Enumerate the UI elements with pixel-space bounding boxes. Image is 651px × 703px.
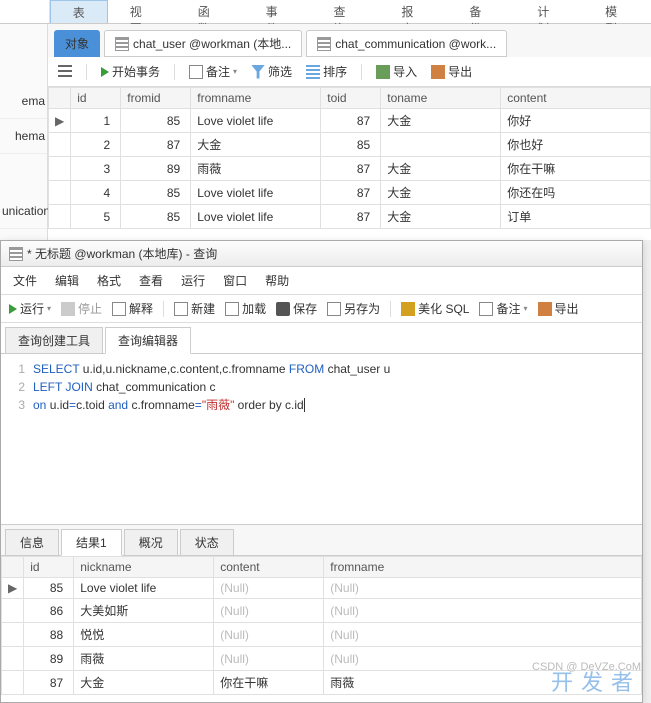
run-button[interactable]: 运行▾ (9, 300, 51, 317)
sort-button[interactable]: 排序 (306, 63, 347, 80)
sidebar-item[interactable]: ema (0, 84, 47, 119)
tab-query-builder[interactable]: 查询创建工具 (5, 327, 103, 353)
table-row[interactable]: 485Love violet life87大金你还在吗 (49, 181, 651, 205)
menu-event[interactable]: 事件 (244, 0, 312, 23)
stop-button: 停止 (61, 300, 102, 317)
watermark-small: CSDN @ DeVZe.CoM (532, 661, 641, 673)
beautify-button[interactable]: 美化 SQL (401, 300, 469, 317)
menu-help[interactable]: 帮助 (265, 272, 289, 289)
menu-plan[interactable]: 计划 (515, 0, 583, 23)
menu-icon[interactable] (58, 65, 72, 79)
explain-icon (112, 302, 126, 316)
result-tabs: 信息 结果1 概况 状态 (1, 524, 642, 556)
save-button[interactable]: 保存 (276, 300, 317, 317)
menu-table[interactable]: 表 (50, 0, 108, 23)
load-icon (225, 302, 239, 316)
play-icon (101, 67, 109, 77)
explain-button[interactable]: 解释 (112, 300, 153, 317)
export-button[interactable]: 导出 (431, 63, 472, 80)
table-row[interactable]: 87大金你在干嘛雨薇 (2, 671, 642, 695)
tab-chat-user[interactable]: chat_user @workman (本地... (104, 30, 302, 57)
sidebar-item[interactable]: unication (0, 194, 47, 229)
funnel-icon (251, 65, 265, 79)
tab-info[interactable]: 信息 (5, 529, 59, 555)
begin-transaction-button[interactable]: 开始事务 (101, 63, 160, 80)
menu-query[interactable]: 查询 (312, 0, 380, 23)
menu-window[interactable]: 窗口 (223, 272, 247, 289)
play-icon (9, 304, 17, 314)
saveas-button[interactable]: 另存为 (327, 300, 380, 317)
table-row[interactable]: ▶185Love violet life87大金你好 (49, 109, 651, 133)
export-icon (431, 65, 445, 79)
sidebar: ema hema unication (0, 24, 48, 240)
tab-objects[interactable]: 对象 (54, 30, 100, 57)
result-grid[interactable]: id nickname content fromname ▶85Love vio… (1, 556, 642, 695)
table-row[interactable]: ▶85Love violet life(Null)(Null) (2, 578, 642, 599)
new-icon (174, 302, 188, 316)
tab-query-editor[interactable]: 查询编辑器 (105, 327, 191, 354)
load-button[interactable]: 加载 (225, 300, 266, 317)
menu-run[interactable]: 运行 (181, 272, 205, 289)
menu-function[interactable]: 函数 (176, 0, 244, 23)
header-row: id fromid fromname toid toname content (49, 88, 651, 109)
query-tabs: 查询创建工具 查询编辑器 (1, 323, 642, 354)
menu-view[interactable]: 视图 (108, 0, 176, 23)
menu-report[interactable]: 报表 (379, 0, 447, 23)
doc-icon (479, 302, 493, 316)
query-window: * 无标题 @workman (本地库) - 查询 文件 编辑 格式 查看 运行… (0, 240, 643, 703)
object-tabs: 对象 chat_user @workman (本地... chat_commun… (48, 24, 651, 57)
menu-view[interactable]: 查看 (139, 272, 163, 289)
table-icon (317, 37, 331, 51)
tab-result1[interactable]: 结果1 (61, 529, 122, 556)
menu-backup[interactable]: 备份 (447, 0, 515, 23)
menu-edit[interactable]: 编辑 (55, 272, 79, 289)
import-icon (376, 65, 390, 79)
saveas-icon (327, 302, 341, 316)
grid-toolbar: 开始事务 备注▾ 筛选 排序 导入 导出 (48, 57, 651, 87)
import-button[interactable]: 导入 (376, 63, 417, 80)
save-icon (276, 302, 290, 316)
export-button[interactable]: 导出 (538, 300, 579, 317)
window-titlebar[interactable]: * 无标题 @workman (本地库) - 查询 (1, 241, 642, 267)
note-button[interactable]: 备注▾ (479, 300, 527, 317)
tab-chat-communication[interactable]: chat_communication @work... (306, 30, 507, 57)
menu-model[interactable]: 模型 (583, 0, 651, 23)
query-menubar: 文件 编辑 格式 查看 运行 窗口 帮助 (1, 267, 642, 295)
sql-editor[interactable]: 1SELECT u.id,u.nickname,c.content,c.from… (1, 354, 642, 524)
note-button[interactable]: 备注▾ (189, 63, 237, 80)
table-row[interactable]: 585Love violet life87大金订单 (49, 205, 651, 229)
query-toolbar: 运行▾ 停止 解释 新建 加载 保存 另存为 美化 SQL 备注▾ 导出 (1, 295, 642, 323)
table-row[interactable]: 287大金85你也好 (49, 133, 651, 157)
table-row[interactable]: 88悦悦(Null)(Null) (2, 623, 642, 647)
sidebar-item[interactable]: hema (0, 119, 47, 154)
doc-icon (189, 65, 203, 79)
window-title: * 无标题 @workman (本地库) - 查询 (27, 245, 217, 262)
stop-icon (61, 302, 75, 316)
filter-button[interactable]: 筛选 (251, 63, 292, 80)
menu-format[interactable]: 格式 (97, 272, 121, 289)
tab-profile[interactable]: 概况 (124, 529, 178, 555)
query-icon (9, 247, 23, 261)
new-button[interactable]: 新建 (174, 300, 215, 317)
wand-icon (401, 302, 415, 316)
top-menu: 表 视图 函数 事件 查询 报表 备份 计划 模型 (0, 0, 651, 24)
table-row[interactable]: 86大美如斯(Null)(Null) (2, 599, 642, 623)
sort-icon (306, 65, 320, 79)
header-row: id nickname content fromname (2, 557, 642, 578)
tab-status[interactable]: 状态 (180, 529, 234, 555)
data-grid[interactable]: id fromid fromname toid toname content ▶… (48, 87, 651, 229)
menu-file[interactable]: 文件 (13, 272, 37, 289)
table-row[interactable]: 389雨薇87大金你在干嘛 (49, 157, 651, 181)
table-icon (115, 37, 129, 51)
export-icon (538, 302, 552, 316)
